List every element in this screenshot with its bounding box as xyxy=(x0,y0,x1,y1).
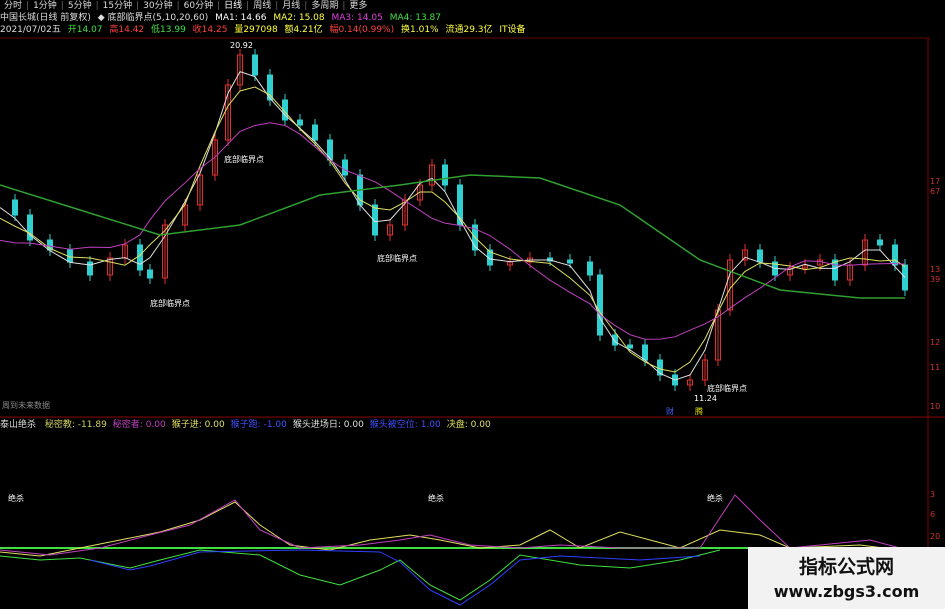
right-axis-9: 6 xyxy=(930,510,936,519)
sub-marker-1: 绝杀 xyxy=(8,494,24,503)
subpanel-item-1: 秘密者: 0.00 xyxy=(112,420,166,430)
candle-body xyxy=(297,119,303,126)
ma1-line xyxy=(0,71,906,381)
candle-body xyxy=(587,261,593,276)
candle-body xyxy=(147,269,153,279)
right-axis-2: 67 xyxy=(930,187,941,196)
watermark-title: 指标公式网 xyxy=(798,556,894,578)
watermark-url: www.zbgs3.com xyxy=(773,582,920,601)
bottom-label-4: 底部临界点 xyxy=(707,384,747,393)
candle-body xyxy=(597,274,603,336)
candle-body xyxy=(12,199,18,216)
watermark: 指标公式网 www.zbgs3.com xyxy=(748,547,945,609)
ma2-line xyxy=(0,86,906,373)
candle-body xyxy=(252,54,258,76)
right-axis-7: 10 xyxy=(930,402,941,411)
candle-body xyxy=(612,334,618,346)
candle-body xyxy=(877,239,883,246)
candle-body xyxy=(342,159,348,176)
sub-marker-3: 绝杀 xyxy=(707,494,723,503)
subpanel-name[interactable]: 泰山绝杀 xyxy=(0,420,36,430)
candle-body xyxy=(567,259,573,264)
candle-body xyxy=(627,344,633,349)
bottom-label-1: 底部临界点 xyxy=(150,299,190,308)
right-axis-6: 11 xyxy=(930,363,941,372)
right-axis-1: 17 xyxy=(930,177,941,186)
candle-body xyxy=(137,244,143,271)
subpanel-item-4: 猴头进场日: 0.00 xyxy=(292,420,364,430)
candle-body xyxy=(442,164,448,186)
no-future-data-label: 周到未来数据 xyxy=(2,401,50,410)
subpanel-item-2: 猴子进: 0.00 xyxy=(171,420,225,430)
bottom-label-2: 底部临界点 xyxy=(224,155,264,164)
candle-body xyxy=(892,244,898,266)
subpanel-item-3: 猴子跑: -1.00 xyxy=(230,420,287,430)
subpanel-item-6: 决盘: 0.00 xyxy=(446,420,491,430)
right-axis-5: 12 xyxy=(930,338,941,347)
right-axis-8: 3 xyxy=(930,490,936,499)
low-price-label: 11.24 xyxy=(694,394,717,403)
bottom-label-3: 底部临界点 xyxy=(377,254,417,263)
candle-body xyxy=(642,344,648,361)
candle-body xyxy=(87,261,93,276)
ma4-line xyxy=(0,174,905,299)
ji-marker: 腾 xyxy=(695,407,703,416)
right-axis-10: 20 xyxy=(930,532,941,541)
cai-marker: 财 xyxy=(666,407,674,416)
subpanel-blue-line xyxy=(89,549,701,606)
kline-chart[interactable] xyxy=(0,0,945,609)
subpanel-magenta-line xyxy=(0,494,901,556)
subpanel-item-5: 猴头被空位: 1.00 xyxy=(369,420,441,430)
right-axis-3: 13 xyxy=(930,265,941,274)
peak-price-label: 20.92 xyxy=(230,41,253,50)
subpanel-header: 泰山绝杀 秘密教: -11.89 秘密者: 0.00 猴子进: 0.00 猴子跑: -… xyxy=(0,419,497,431)
sub-marker-2: 绝杀 xyxy=(428,494,444,503)
candle-body xyxy=(757,249,763,263)
subpanel-item-0: 秘密教: -11.89 xyxy=(44,420,107,430)
right-axis-4: 39 xyxy=(930,275,941,284)
subpanel-green-line xyxy=(0,549,721,601)
ma3-line xyxy=(0,122,906,340)
candle-body xyxy=(312,124,318,141)
